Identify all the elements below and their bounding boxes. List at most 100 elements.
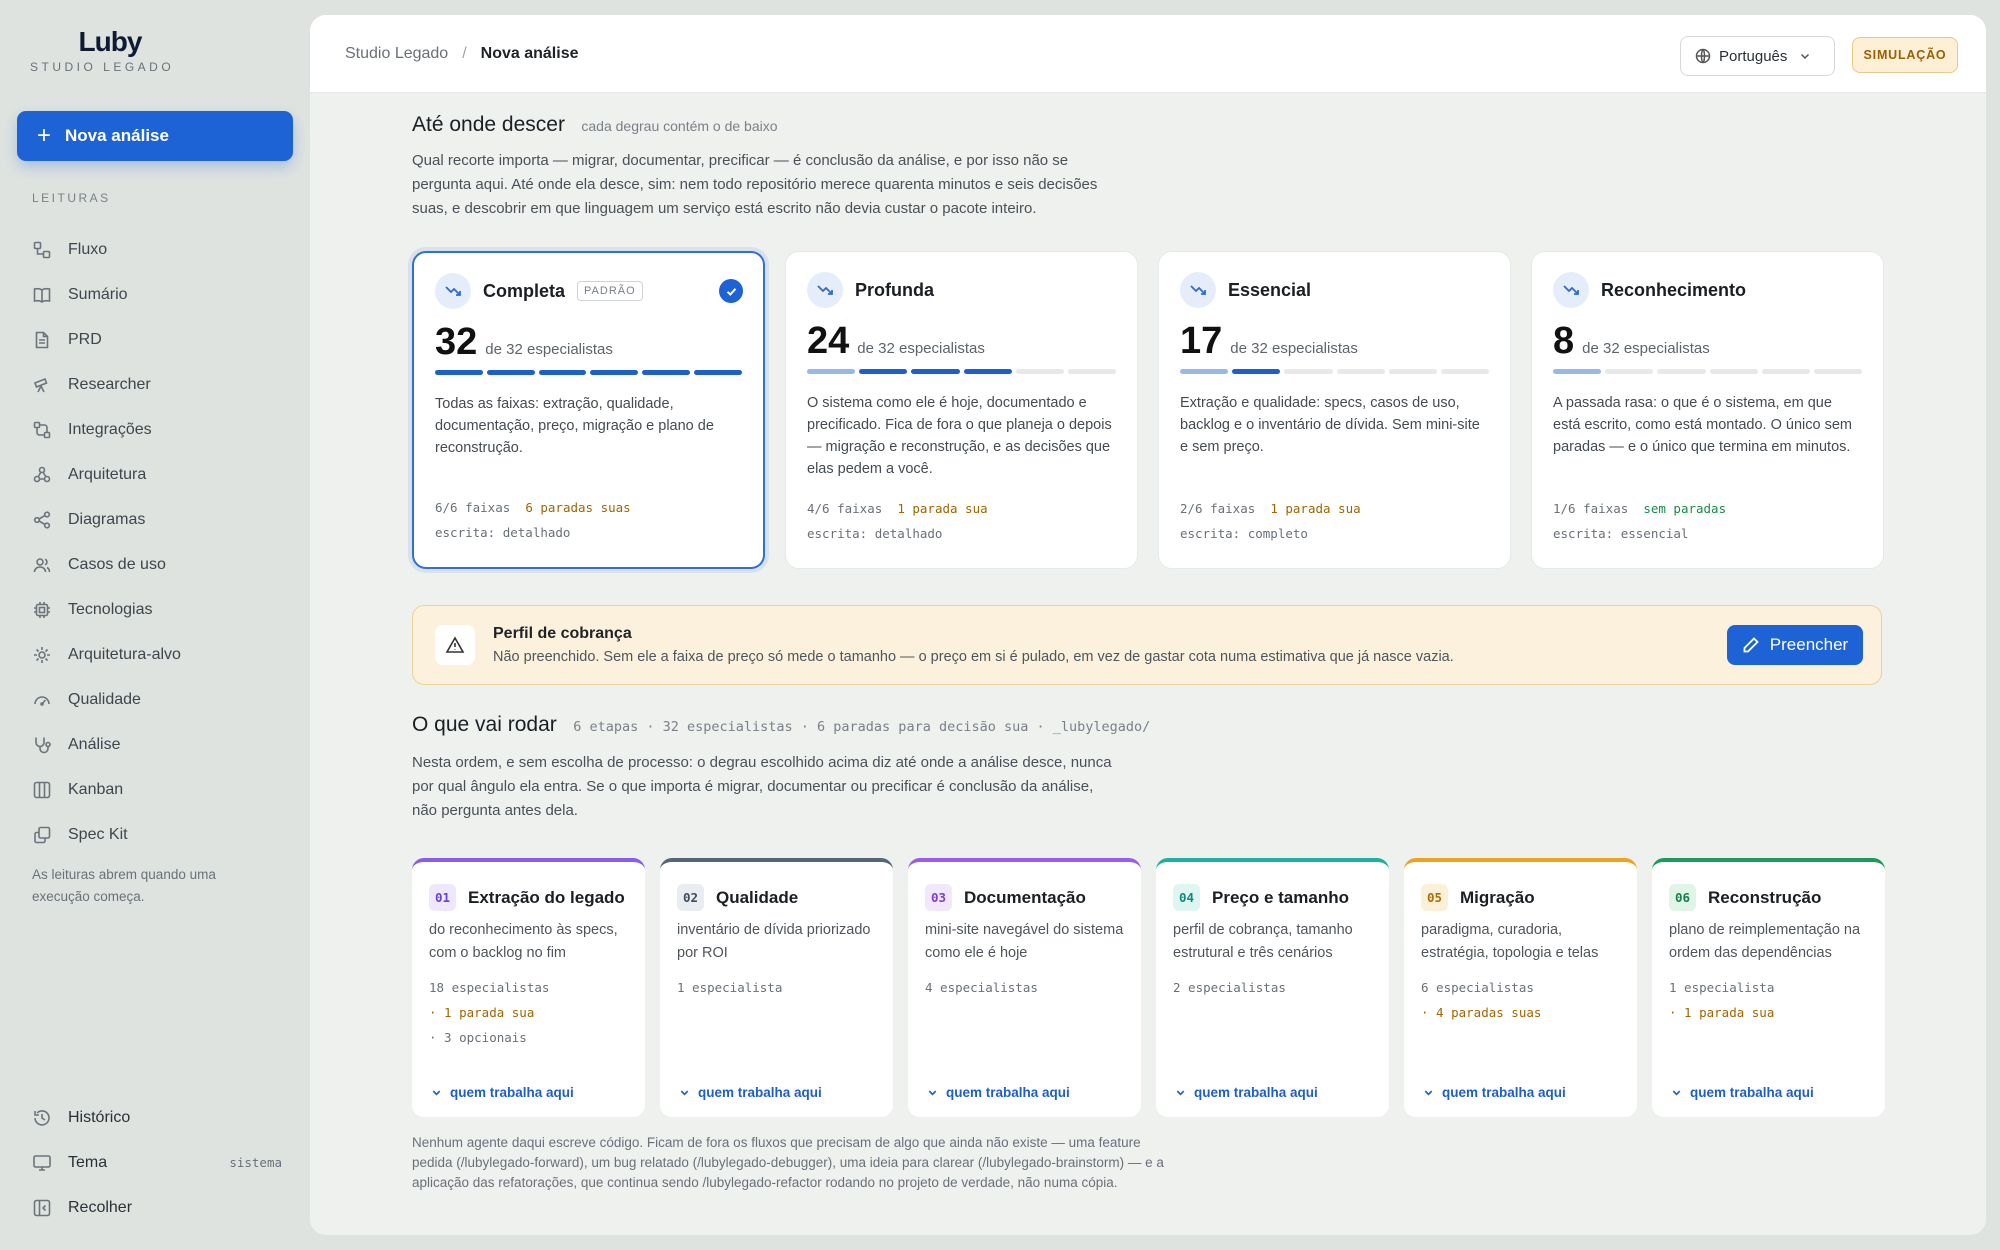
billing-profile-alert: Perfil de cobrança Não preenchido. Sem e… <box>412 605 1882 685</box>
breadcrumb-root[interactable]: Studio Legado <box>345 45 448 63</box>
pipeline-step-01: 01 Extração do legado do reconhecimento às… <box>412 858 645 1117</box>
progress-segment <box>1015 369 1064 374</box>
pipeline-step-06: 06 Reconstrução plano de reimplementação n… <box>1652 858 1885 1117</box>
section-title: Até onde descer <box>412 113 565 136</box>
breadcrumb-current: Nova análise <box>480 44 579 62</box>
pencil-icon <box>1743 637 1759 653</box>
sidebar-item-arquitetura-alvo[interactable]: Arquitetura-alvo <box>32 632 292 677</box>
integrations-icon <box>33 421 51 438</box>
depth-card-essencial[interactable]: Essencial 17 de 32 especialistas Extração e… <box>1158 251 1511 569</box>
sidebar-item-label: Tecnologias <box>68 600 153 618</box>
sidebar-item-label: Arquitetura <box>68 465 147 483</box>
sidebar-item-label: Arquitetura-alvo <box>68 645 181 663</box>
trending-down-icon <box>1180 272 1216 308</box>
step-meta-line: · 1 parada sua <box>1669 1005 1775 1020</box>
chevron-down-icon <box>1424 1090 1433 1096</box>
who-works-here-toggle[interactable]: quem trabalha aqui <box>679 1085 822 1100</box>
sidebar-item-prd[interactable]: PRD <box>32 317 292 362</box>
globe-icon <box>1695 48 1711 64</box>
sidebar-item-qualidade[interactable]: Qualidade <box>32 677 292 722</box>
depth-card-description: Todas as faixas: extração, qualidade, do… <box>435 396 714 456</box>
depth-card-name: Completa <box>483 280 566 301</box>
progress-segment <box>1388 369 1437 374</box>
pipeline-steps: 01 Extração do legado do reconhecimento às… <box>412 858 1885 1117</box>
step-meta-line: · 3 opcionais <box>429 1030 527 1045</box>
sidebar-item-label: Análise <box>68 735 121 753</box>
sidebar-item-tema[interactable]: Tema sistema <box>32 1140 282 1185</box>
step-number: 03 <box>925 884 952 911</box>
sidebar-item-label: Histórico <box>68 1108 131 1126</box>
sidebar-item-kanban[interactable]: Kanban <box>32 767 292 812</box>
step-number: 06 <box>1669 884 1696 911</box>
depth-card-profunda[interactable]: Profunda 24 de 32 especialistas O sistema c… <box>785 251 1138 569</box>
target-architecture-icon <box>34 646 50 663</box>
depth-card-completa[interactable]: Completa PADRÃO 32 de 32 especialistas Todas… <box>412 251 765 569</box>
fill-profile-button[interactable]: Preencher <box>1727 625 1863 665</box>
progress-segment <box>1336 369 1385 374</box>
depth-card-description: Extração e qualidade: specs, casos de us… <box>1180 395 1480 455</box>
theme-value: sistema <box>229 1155 282 1170</box>
depth-progress <box>1553 369 1863 374</box>
sidebar-item-fluxo[interactable]: Fluxo <box>32 227 292 272</box>
language-select[interactable]: Português <box>1680 36 1835 76</box>
chip-icon <box>34 601 50 618</box>
step-meta-line: · 1 parada sua <box>429 1005 535 1020</box>
sidebar-item-label: Sumário <box>68 285 128 303</box>
sidebar-item-diagramas[interactable]: Diagramas <box>32 497 292 542</box>
sidebar-item-tecnologias[interactable]: Tecnologias <box>32 587 292 632</box>
who-works-here-toggle[interactable]: quem trabalha aqui <box>1423 1085 1566 1100</box>
breadcrumb-separator: / <box>462 44 467 62</box>
new-analysis-button[interactable]: + Nova análise <box>17 111 293 161</box>
stethoscope-icon <box>35 737 51 753</box>
depth-card-description: O sistema como ele é hoje, documentado e… <box>807 395 1112 477</box>
warning-icon <box>435 625 475 665</box>
top-bar: Studio Legado / Nova análise Português S… <box>310 15 1986 93</box>
who-works-here-label: quem trabalha aqui <box>1194 1085 1318 1100</box>
paradas-count: sem paradas <box>1643 501 1727 516</box>
progress-segment <box>1284 369 1333 374</box>
who-works-here-label: quem trabalha aqui <box>450 1085 574 1100</box>
progress-segment <box>1553 369 1602 374</box>
kanban-icon <box>33 781 51 798</box>
step-meta-line: 2 especialistas <box>1173 980 1286 995</box>
sidebar-item-label: Kanban <box>68 780 124 798</box>
who-works-here-toggle[interactable]: quem trabalha aqui <box>431 1085 574 1100</box>
step-number: 02 <box>677 884 704 911</box>
step-meta-line: 4 especialistas <box>925 980 1038 995</box>
sidebar-item-arquitetura[interactable]: Arquitetura <box>32 452 292 497</box>
sidebar-item-recolher[interactable]: Recolher <box>32 1185 282 1230</box>
sidebar-item-label: Fluxo <box>68 240 108 258</box>
footnote: Nenhum agente daqui escreve código. Fica… <box>412 1135 1164 1190</box>
sidebar-item-sumario[interactable]: Sumário <box>32 272 292 317</box>
depth-progress <box>1180 369 1490 374</box>
sidebar-item-label: Integrações <box>68 420 152 438</box>
sidebar-item-analise[interactable]: Análise <box>32 722 292 767</box>
sidebar-item-casos-de-uso[interactable]: Casos de uso <box>32 542 292 587</box>
progress-segment <box>807 369 856 374</box>
paradas-count: 6 paradas suas <box>525 500 631 515</box>
specialist-count: 17 <box>1180 320 1223 362</box>
progress-segment <box>435 370 483 375</box>
run-paragraph: Nesta ordem, e sem escolha de processo: … <box>412 754 1112 819</box>
architecture-icon <box>33 466 51 482</box>
who-works-here-toggle[interactable]: quem trabalha aqui <box>1671 1085 1814 1100</box>
default-badge: PADRÃO <box>577 281 643 301</box>
who-works-here-label: quem trabalha aqui <box>698 1085 822 1100</box>
sidebar-item-integracoes[interactable]: Integrações <box>32 407 292 452</box>
depth-card-reconhecimento[interactable]: Reconhecimento 8 de 32 especialistas A pass… <box>1531 251 1884 569</box>
who-works-here-toggle[interactable]: quem trabalha aqui <box>1175 1085 1318 1100</box>
sidebar-item-historico[interactable]: Histórico <box>32 1095 282 1140</box>
section-title: O que vai rodar <box>412 713 557 736</box>
sidebar-item-label: Recolher <box>68 1198 133 1216</box>
sidebar-item-researcher[interactable]: Researcher <box>32 362 292 407</box>
pipeline-step-03: 03 Documentação mini-site navegável do sis… <box>908 858 1141 1117</box>
simulation-badge: SIMULAÇÃO <box>1852 37 1958 73</box>
logo[interactable]: Luby STUDIO LEGADO <box>30 26 190 74</box>
progress-segment <box>1180 369 1229 374</box>
who-works-here-toggle[interactable]: quem trabalha aqui <box>927 1085 1070 1100</box>
pipeline-step-04: 04 Preço e tamanho perfil de cobrança, tam… <box>1156 858 1389 1117</box>
specialist-count: 24 <box>807 320 850 362</box>
sidebar-item-spec-kit[interactable]: Spec Kit <box>32 812 292 857</box>
progress-segment <box>590 370 639 375</box>
sidebar: Luby STUDIO LEGADO + Nova análise LEITUR… <box>0 0 310 1250</box>
